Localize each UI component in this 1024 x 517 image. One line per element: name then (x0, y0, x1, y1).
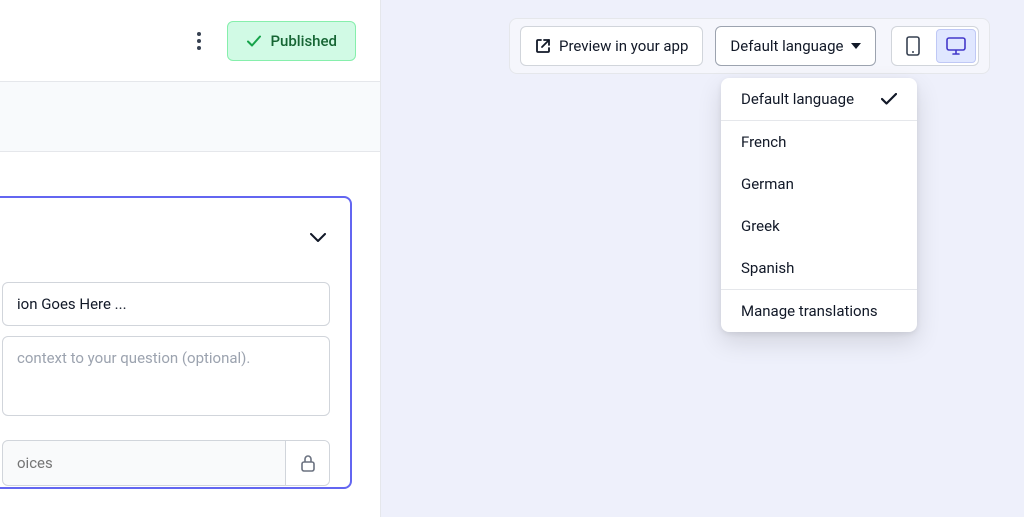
editor-card (0, 196, 352, 489)
collapse-button[interactable] (306, 226, 330, 250)
dropdown-item-label: Manage translations (741, 302, 878, 320)
mobile-view-button[interactable] (892, 27, 934, 65)
dropdown-item-spanish[interactable]: Spanish (721, 247, 917, 289)
mobile-icon (906, 36, 920, 56)
language-dropdown-menu: Default language French German Greek Spa… (721, 78, 917, 332)
published-badge: Published (227, 21, 356, 61)
editor-header (2, 218, 330, 258)
desktop-view-button[interactable] (936, 29, 976, 63)
context-input[interactable] (2, 336, 330, 416)
question-row (2, 282, 330, 420)
dropdown-item-label: French (741, 133, 786, 151)
lock-button[interactable] (285, 441, 329, 485)
more-options-button[interactable] (187, 25, 211, 57)
dropdown-item-default[interactable]: Default language (721, 78, 917, 120)
dropdown-item-greek[interactable]: Greek (721, 205, 917, 247)
left-subheader (0, 82, 380, 152)
dropdown-item-label: Greek (741, 217, 780, 235)
dropdown-item-manage[interactable]: Manage translations (721, 290, 917, 332)
preview-button[interactable]: Preview in your app (520, 26, 703, 66)
check-icon (246, 33, 262, 49)
question-input[interactable] (2, 282, 330, 326)
dropdown-languages-section: French German Greek Spanish (721, 121, 917, 290)
dropdown-item-german[interactable]: German (721, 163, 917, 205)
dropdown-item-label: Default language (741, 90, 854, 108)
dropdown-item-french[interactable]: French (721, 121, 917, 163)
left-header: Published (0, 0, 380, 82)
chevron-down-icon (310, 233, 326, 243)
caret-down-icon (851, 43, 861, 49)
language-label: Default language (730, 37, 843, 55)
choices-row (2, 440, 330, 486)
dropdown-item-label: Spanish (741, 259, 794, 277)
dropdown-selected-section: Default language (721, 78, 917, 121)
language-dropdown-button[interactable]: Default language (715, 26, 876, 66)
choices-input[interactable] (3, 441, 285, 485)
kebab-icon (197, 32, 201, 50)
preview-toolbar: Preview in your app Default language (509, 18, 990, 74)
check-icon (881, 93, 897, 105)
right-panel: Preview in your app Default language Def… (381, 0, 1024, 517)
published-label: Published (270, 32, 337, 50)
device-toggle-group (891, 26, 979, 66)
preview-label: Preview in your app (559, 37, 688, 55)
lock-icon (300, 454, 316, 472)
left-panel: Published (0, 0, 381, 517)
dropdown-manage-section: Manage translations (721, 290, 917, 332)
dropdown-item-label: German (741, 175, 794, 193)
desktop-icon (946, 37, 966, 55)
external-link-icon (535, 38, 551, 54)
